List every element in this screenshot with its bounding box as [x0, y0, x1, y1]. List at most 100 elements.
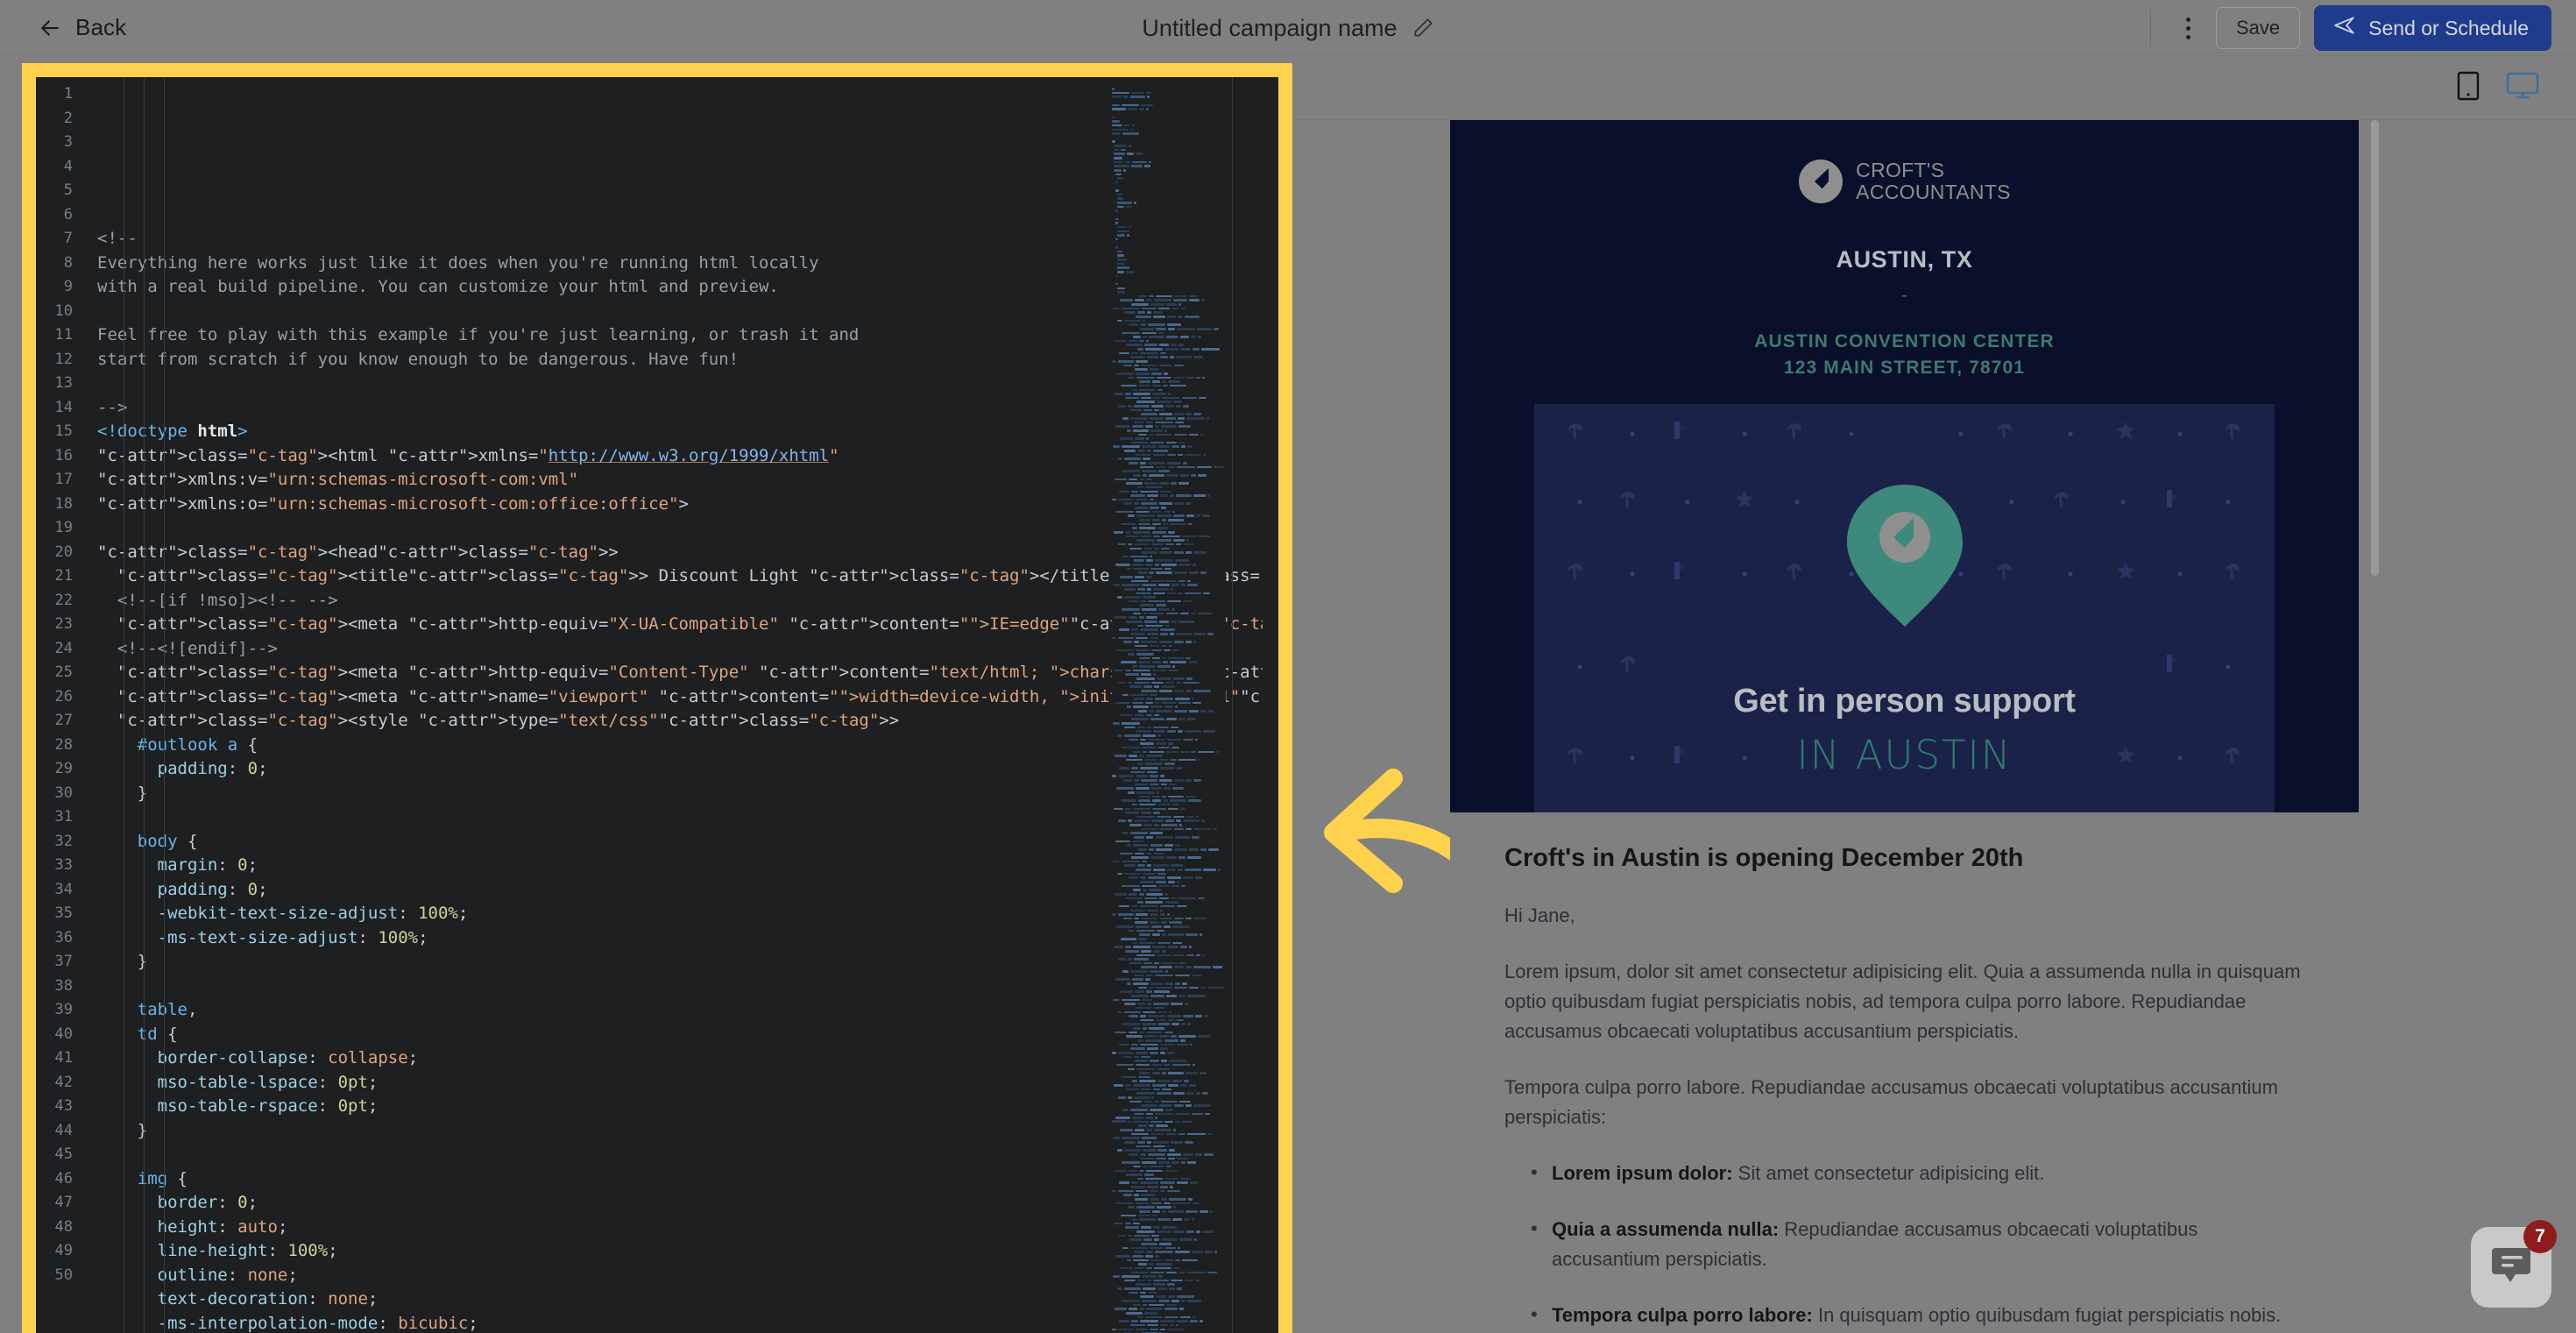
code-line[interactable]: start from scratch if you know enough to… [97, 348, 1278, 372]
code-line[interactable]: mso-table-rspace: 0pt; [97, 1095, 1278, 1119]
code-line[interactable]: padding: 0; [97, 878, 1278, 903]
chat-support-button[interactable]: 7 [2471, 1220, 2557, 1308]
code-editor[interactable]: 1 2 3 4 5 6 7 8 9 10 11 12 13 14 15 16 17 18 19 20 21 22 23 24 2… [36, 77, 1278, 1333]
line-number: 41 [54, 1049, 73, 1067]
scrollbar-thumb[interactable] [2371, 120, 2379, 576]
line-number: 27 [54, 712, 73, 729]
code-line[interactable] [97, 300, 1278, 324]
code-line[interactable]: border: 0; [97, 1191, 1278, 1216]
minimap-line [1112, 679, 1226, 688]
code-line[interactable] [97, 1143, 1278, 1167]
line-number: 16 [54, 446, 73, 464]
code-line[interactable]: border-collapse: collapse; [97, 1046, 1278, 1071]
minimap-line [1112, 82, 1226, 90]
code-line[interactable]: mso-table-lspace: 0pt; [97, 1071, 1278, 1095]
code-line[interactable]: table, [97, 998, 1278, 1023]
mobile-device-icon[interactable] [2457, 71, 2480, 105]
code-line[interactable]: <!--[if !mso]><!-- --> [97, 589, 1278, 613]
code-line[interactable]: text-decoration: none; [97, 1287, 1278, 1312]
code-line[interactable]: Feel free to play with this example if y… [97, 323, 1278, 348]
code-line[interactable]: #outlook a { [97, 734, 1278, 758]
code-line[interactable]: height: auto; [97, 1216, 1278, 1240]
code-line[interactable] [97, 975, 1278, 999]
email-paragraph-1: Lorem ipsum, dolor sit amet consectetur … [1504, 961, 2301, 1042]
minimap-line [1112, 980, 1226, 989]
code-line[interactable] [97, 516, 1278, 541]
minimap-line [1112, 211, 1226, 221]
code-line[interactable]: -webkit-text-size-adjust: 100%; [97, 902, 1278, 926]
code-line[interactable]: padding: 0; [97, 757, 1278, 782]
line-number: 11 [54, 326, 73, 344]
minimap-line [1112, 399, 1226, 408]
minimap-line [1112, 663, 1226, 672]
minimap-line [1112, 875, 1226, 883]
map-pin-icon [1844, 481, 1966, 635]
code-line[interactable]: --> [97, 396, 1278, 421]
minimap-line [1112, 248, 1226, 257]
hero-headline: Get in person support [1733, 683, 2076, 720]
line-number: 37 [54, 953, 73, 970]
minimap-line [1112, 626, 1226, 635]
minimap-line [1112, 1118, 1226, 1128]
code-line[interactable]: } [97, 1119, 1278, 1144]
minimap-line [1112, 1260, 1226, 1270]
minimap-line [1112, 720, 1226, 729]
editor-code-area[interactable]: <!-- Everything here works just like it d… [81, 77, 1278, 1333]
minimap-line [1112, 504, 1226, 514]
code-line[interactable] [97, 805, 1278, 830]
minimap-line [1112, 1297, 1226, 1307]
email-preview-scrollbar[interactable] [2370, 120, 2380, 1333]
back-button[interactable]: Back [37, 14, 126, 41]
minimap-line [1112, 1212, 1226, 1221]
code-line[interactable]: "c-attr">class="c-tag"><style "c-attr">t… [97, 709, 1278, 734]
code-line[interactable]: <!-- [97, 227, 1278, 252]
code-line[interactable]: "c-attr">class="c-tag"><title"c-attr">cl… [97, 564, 1278, 589]
minimap-line [1112, 378, 1226, 387]
code-line[interactable]: } [97, 782, 1278, 806]
code-line[interactable]: "c-attr">class="c-tag"><meta "c-attr">na… [97, 685, 1278, 710]
code-line[interactable]: with a real build pipeline. You can cust… [97, 275, 1278, 300]
code-line[interactable]: margin: 0; [97, 854, 1278, 878]
minimap-line [1112, 809, 1226, 819]
minimap-line [1112, 1281, 1226, 1290]
code-line[interactable]: <!--<![endif]--> [97, 637, 1278, 662]
code-line[interactable]: "c-attr">xmlns:v="urn:schemas-microsoft-… [97, 468, 1278, 493]
line-number: 17 [54, 471, 73, 488]
minimap-line [1112, 264, 1226, 273]
code-line[interactable]: "c-attr">class="c-tag"><meta "c-attr">ht… [97, 613, 1278, 637]
code-line[interactable]: td { [97, 1023, 1278, 1047]
desktop-monitor-icon[interactable] [2506, 72, 2539, 104]
line-number: 13 [54, 374, 73, 392]
save-button[interactable]: Save [2215, 7, 2301, 49]
line-number: 39 [54, 1001, 73, 1018]
code-line[interactable]: outline: none; [97, 1264, 1278, 1288]
code-line[interactable]: "c-attr">class="c-tag"><head"c-attr">cla… [97, 541, 1278, 565]
minimap-line [1112, 789, 1226, 798]
code-line[interactable]: body { [97, 830, 1278, 854]
code-line[interactable]: -ms-text-size-adjust: 100%; [97, 926, 1278, 951]
minimap-line [1112, 602, 1226, 611]
code-line[interactable]: "c-attr">xmlns:o="urn:schemas-microsoft-… [97, 493, 1278, 517]
minimap-line [1112, 528, 1226, 538]
code-line[interactable] [97, 372, 1278, 396]
code-line[interactable]: <!doctype html> [97, 420, 1278, 444]
email-preview-panel[interactable]: CROFT'S ACCOUNTANTS AUSTIN, TX - AUSTIN … [1450, 120, 2359, 1333]
code-line[interactable]: "c-attr">class="c-tag"><meta "c-attr">ht… [97, 661, 1278, 685]
editor-minimap[interactable] [1112, 77, 1226, 1333]
send-or-schedule-button[interactable]: Send or Schedule [2314, 5, 2551, 51]
minimap-line [1112, 85, 1226, 95]
code-line[interactable] [97, 203, 1278, 228]
minimap-line [1112, 578, 1226, 586]
code-line[interactable]: line-height: 100%; [97, 1239, 1278, 1264]
kebab-menu-icon[interactable] [2174, 11, 2204, 46]
code-line[interactable]: img { [97, 1167, 1278, 1192]
minimap-line [1112, 1220, 1226, 1230]
editor-scrollbar[interactable] [1263, 77, 1278, 1333]
pencil-icon[interactable] [1412, 17, 1434, 39]
code-line[interactable]: -ms-interpolation-mode: bicubic; [97, 1312, 1278, 1333]
minimap-line [1112, 622, 1226, 631]
minimap-line [1112, 996, 1226, 1005]
code-line[interactable]: Everything here works just like it does … [97, 252, 1278, 276]
code-line[interactable]: "c-attr">class="c-tag"><html "c-attr">xm… [97, 444, 1278, 469]
code-line[interactable]: } [97, 950, 1278, 975]
